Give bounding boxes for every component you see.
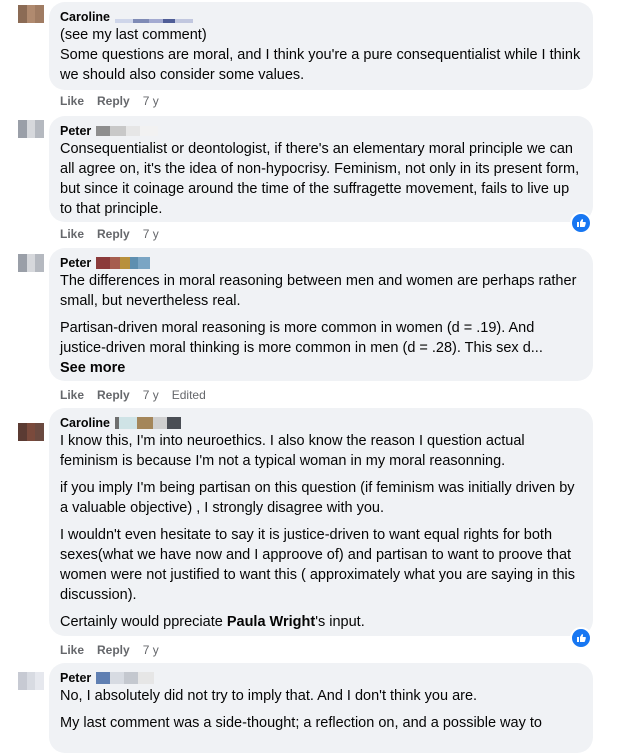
- avatar[interactable]: [18, 254, 44, 272]
- comment-bubble: Peter The differences in moral reasoning…: [49, 248, 593, 381]
- like-link[interactable]: Like: [60, 93, 84, 109]
- like-link[interactable]: Like: [60, 642, 84, 658]
- like-link[interactable]: Like: [60, 226, 84, 242]
- see-more-link[interactable]: See more: [60, 358, 582, 378]
- redacted-name: [96, 126, 159, 136]
- avatar[interactable]: [18, 423, 44, 441]
- comment-text: (see my last comment) Some questions are…: [60, 27, 581, 83]
- timestamp[interactable]: 7 y: [143, 226, 159, 242]
- avatar[interactable]: [18, 120, 44, 138]
- comment-actions: Like Reply 7 y: [60, 93, 159, 109]
- comment-actions: Like Reply 7 y: [60, 226, 159, 242]
- comment-bubble: Caroline (see my last comment) Some ques…: [49, 2, 593, 90]
- reaction-badge[interactable]: [570, 627, 592, 649]
- redacted-name: [96, 257, 151, 269]
- comment-text: No, I absolutely did not try to imply th…: [60, 688, 542, 731]
- mention-link[interactable]: Paula Wright: [227, 614, 315, 630]
- comment-bubble: Caroline I know this, I'm into neuroethi…: [49, 408, 593, 636]
- reaction-badge[interactable]: [570, 212, 592, 234]
- comment-bubble: Peter No, I absolutely did not try to im…: [49, 663, 593, 753]
- comment-text: The differences in moral reasoning betwe…: [60, 273, 577, 356]
- reply-link[interactable]: Reply: [97, 642, 130, 658]
- timestamp[interactable]: 7 y: [143, 93, 159, 109]
- like-link[interactable]: Like: [60, 387, 84, 403]
- author-name[interactable]: Peter: [60, 670, 582, 686]
- reply-link[interactable]: Reply: [97, 387, 130, 403]
- thumbs-up-icon: [577, 634, 586, 642]
- thumbs-up-icon: [577, 219, 586, 227]
- comment-text: Consequentialist or deontologist, if the…: [60, 141, 580, 217]
- reply-link[interactable]: Reply: [97, 226, 130, 242]
- comment-text: I know this, I'm into neuroethics. I als…: [60, 433, 575, 630]
- timestamp[interactable]: 7 y: [143, 387, 159, 403]
- comment-bubble: Peter Consequentialist or deontologist, …: [49, 116, 593, 222]
- author-name[interactable]: Peter: [60, 123, 582, 139]
- author-name[interactable]: Peter: [60, 255, 582, 271]
- author-name[interactable]: Caroline: [60, 9, 582, 25]
- avatar[interactable]: [18, 5, 44, 23]
- reply-link[interactable]: Reply: [97, 93, 130, 109]
- redacted-name: [115, 417, 182, 429]
- comment-actions: Like Reply 7 y Edited: [60, 387, 206, 403]
- timestamp[interactable]: 7 y: [143, 642, 159, 658]
- author-name[interactable]: Caroline: [60, 415, 582, 431]
- avatar[interactable]: [18, 672, 44, 690]
- redacted-name: [96, 672, 155, 684]
- comment-actions: Like Reply 7 y: [60, 642, 159, 658]
- redacted-name: [115, 19, 194, 23]
- edited-label: Edited: [171, 388, 206, 402]
